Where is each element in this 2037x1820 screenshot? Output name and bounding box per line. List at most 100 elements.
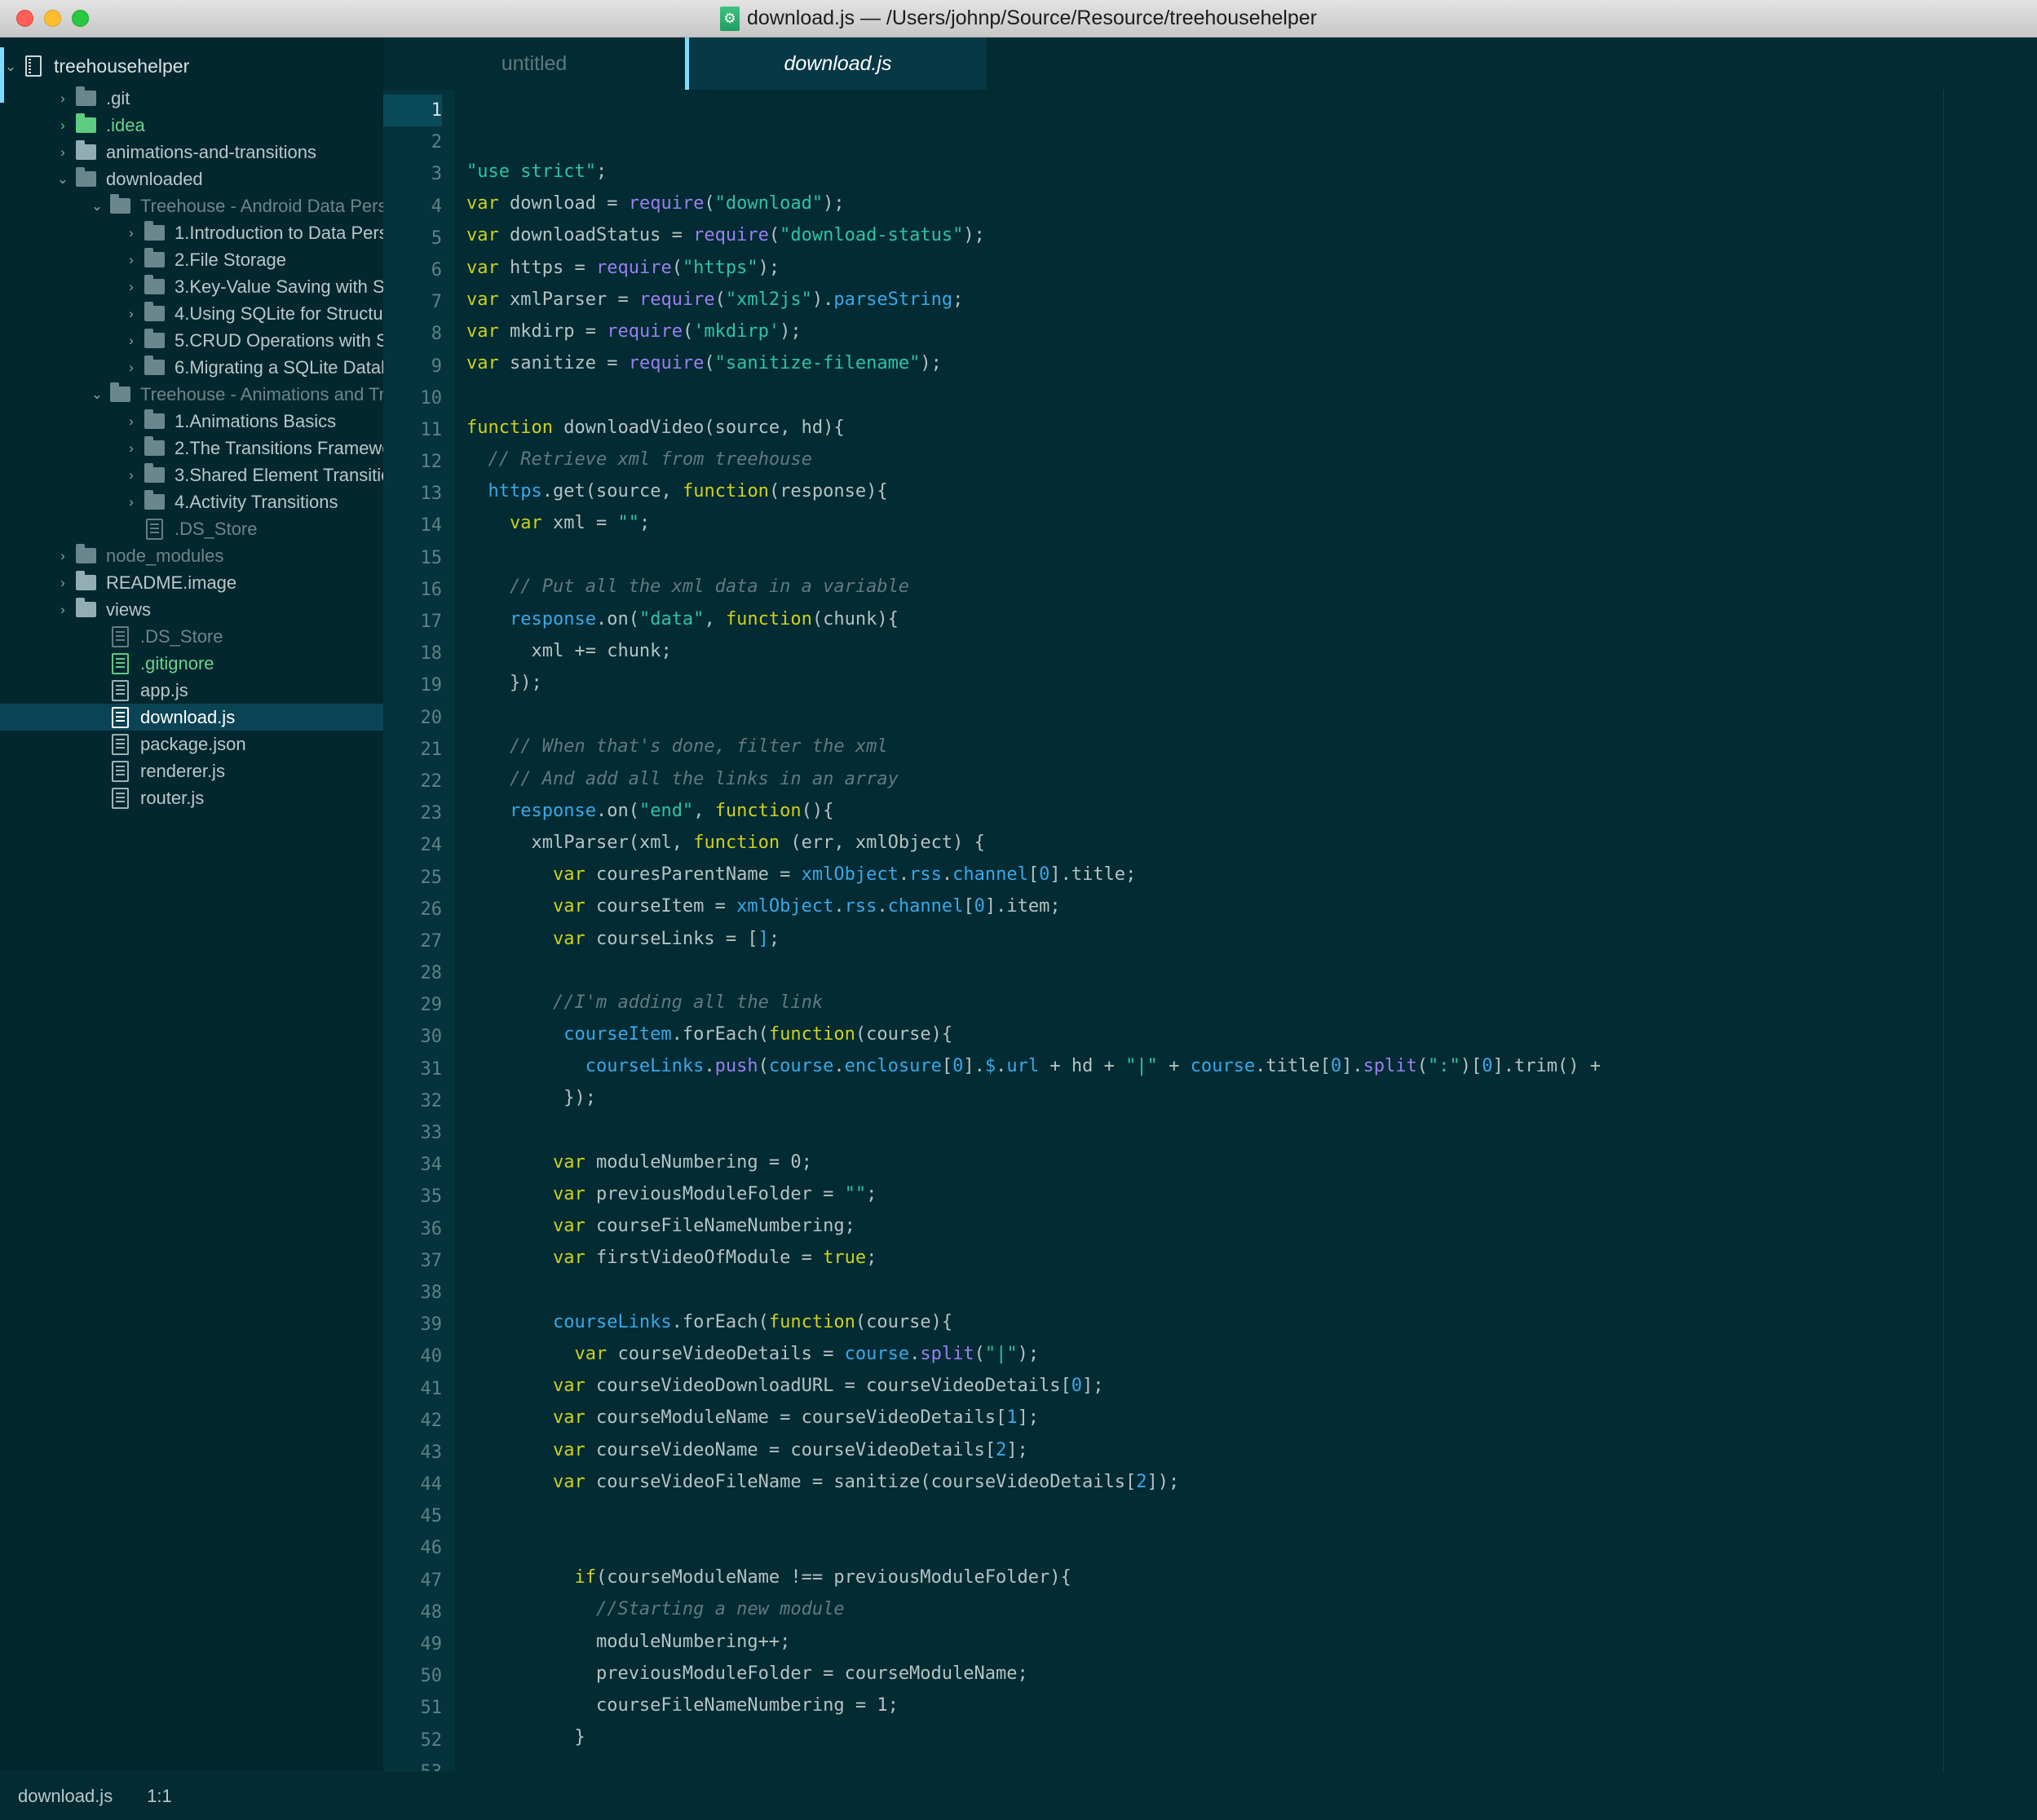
code-line[interactable]: }); bbox=[466, 1082, 2037, 1114]
tree-item[interactable]: ›views bbox=[0, 596, 383, 623]
chevron-right-icon[interactable]: › bbox=[121, 226, 142, 240]
code-line[interactable]: var courseFileNameNumbering; bbox=[466, 1210, 2037, 1242]
code-line[interactable] bbox=[466, 955, 2037, 987]
chevron-right-icon[interactable]: › bbox=[52, 145, 73, 159]
tree-item[interactable]: ›1.Introduction to Data Persistence bbox=[0, 219, 383, 246]
code-line[interactable]: var downloadStatus = require("download-s… bbox=[466, 219, 2037, 251]
tree-item[interactable]: ›node_modules bbox=[0, 542, 383, 569]
tree-item[interactable]: ›3.Shared Element Transitions bbox=[0, 462, 383, 488]
code-line[interactable]: https.get(source, function(response){ bbox=[466, 475, 2037, 507]
status-cursor-position[interactable]: 1:1 bbox=[147, 1786, 172, 1807]
code-line[interactable]: var moduleNumbering = 0; bbox=[466, 1146, 2037, 1178]
tree-item[interactable]: ›router.js bbox=[0, 784, 383, 811]
code-line[interactable]: //Starting a new module bbox=[466, 1593, 2037, 1625]
code-line[interactable]: } bbox=[466, 1721, 2037, 1753]
tree-item[interactable]: ⌄Treehouse - Android Data Persistence bbox=[0, 192, 383, 219]
tree-item[interactable]: ›4.Activity Transitions bbox=[0, 488, 383, 515]
minimize-window-button[interactable] bbox=[44, 10, 61, 27]
editor-tabbar[interactable]: untitleddownload.js bbox=[383, 38, 2037, 90]
code-line[interactable]: courseItem.forEach(function(course){ bbox=[466, 1018, 2037, 1050]
code-line[interactable] bbox=[466, 539, 2037, 571]
code-line[interactable]: // Retrieve xml from treehouse bbox=[466, 444, 2037, 475]
code-line[interactable] bbox=[466, 699, 2037, 731]
code-line[interactable]: var xmlParser = require("xml2js").parseS… bbox=[466, 284, 2037, 316]
chevron-right-icon[interactable]: › bbox=[121, 253, 142, 267]
code-line[interactable]: var courseVideoFileName = sanitize(cours… bbox=[466, 1466, 2037, 1498]
code-line[interactable] bbox=[466, 379, 2037, 411]
chevron-right-icon[interactable]: › bbox=[121, 334, 142, 347]
code-line[interactable]: courseLinks.push(course.enclosure[0].$.u… bbox=[466, 1050, 2037, 1082]
maximize-window-button[interactable] bbox=[72, 10, 89, 27]
chevron-right-icon[interactable]: › bbox=[52, 603, 73, 616]
editor-tab[interactable]: untitled bbox=[383, 38, 685, 90]
code-line[interactable]: previousModuleFolder = courseModuleName; bbox=[466, 1658, 2037, 1690]
chevron-down-icon[interactable]: ⌄ bbox=[86, 199, 108, 213]
chevron-right-icon[interactable]: › bbox=[121, 468, 142, 482]
code-line[interactable] bbox=[466, 1274, 2037, 1306]
code-line[interactable]: var courseModuleName = courseVideoDetail… bbox=[466, 1402, 2037, 1433]
chevron-right-icon[interactable]: › bbox=[121, 414, 142, 428]
status-filename[interactable]: download.js bbox=[18, 1786, 113, 1807]
chevron-right-icon[interactable]: › bbox=[52, 549, 73, 563]
code-line[interactable]: var https = require("https"); bbox=[466, 252, 2037, 284]
code-line[interactable]: response.on("end", function(){ bbox=[466, 795, 2037, 827]
code-line[interactable]: xmlParser(xml, function (err, xmlObject)… bbox=[466, 827, 2037, 859]
chevron-down-icon[interactable]: ⌄ bbox=[0, 60, 21, 73]
code-content[interactable]: "use strict";var download = require("dow… bbox=[455, 90, 2037, 1771]
code-line[interactable]: function downloadVideo(source, hd){ bbox=[466, 412, 2037, 444]
code-line[interactable]: var courseVideoDetails = course.split("|… bbox=[466, 1338, 2037, 1370]
chevron-right-icon[interactable]: › bbox=[52, 91, 73, 105]
code-line[interactable]: if(courseModuleName !== previousModuleFo… bbox=[466, 1562, 2037, 1593]
code-line[interactable]: "use strict"; bbox=[466, 156, 2037, 188]
editor-tab[interactable]: download.js bbox=[685, 38, 987, 90]
chevron-down-icon[interactable]: ⌄ bbox=[86, 387, 108, 401]
tree-item[interactable]: ›2.File Storage bbox=[0, 246, 383, 273]
code-line[interactable]: xml += chunk; bbox=[466, 635, 2037, 667]
tree-item[interactable]: ›3.Key-Value Saving with SharedPreferenc… bbox=[0, 273, 383, 300]
code-line[interactable]: var sanitize = require("sanitize-filenam… bbox=[466, 347, 2037, 379]
tree-item[interactable]: ›.git bbox=[0, 85, 383, 112]
code-line[interactable]: var xml = ""; bbox=[466, 507, 2037, 539]
tree-item[interactable]: ›README.image bbox=[0, 569, 383, 596]
tree-item[interactable]: ›animations-and-transitions bbox=[0, 139, 383, 166]
tree-root-treehousehelper[interactable]: ⌄ treehousehelper bbox=[0, 47, 383, 85]
tree-item[interactable]: ›package.json bbox=[0, 731, 383, 758]
code-line[interactable]: // Put all the xml data in a variable bbox=[466, 571, 2037, 603]
code-line[interactable]: var download = require("download"); bbox=[466, 188, 2037, 219]
code-line[interactable]: var couresParentName = xmlObject.rss.cha… bbox=[466, 859, 2037, 890]
code-line[interactable] bbox=[466, 1498, 2037, 1530]
chevron-down-icon[interactable]: ⌄ bbox=[52, 172, 73, 186]
chevron-right-icon[interactable]: › bbox=[121, 360, 142, 374]
code-line[interactable] bbox=[466, 1115, 2037, 1146]
tree-item[interactable]: ›.DS_Store bbox=[0, 515, 383, 542]
tree-item[interactable]: ›.DS_Store bbox=[0, 623, 383, 650]
code-viewport[interactable]: 1234567891011121314151617181920212223242… bbox=[383, 90, 2037, 1771]
chevron-right-icon[interactable]: › bbox=[52, 576, 73, 590]
code-line[interactable]: moduleNumbering++; bbox=[466, 1626, 2037, 1658]
tree-item[interactable]: ›download.js bbox=[0, 704, 383, 731]
chevron-right-icon[interactable]: › bbox=[121, 307, 142, 320]
code-line[interactable]: // And add all the links in an array bbox=[466, 763, 2037, 795]
code-line[interactable]: }); bbox=[466, 667, 2037, 699]
tree-item[interactable]: ›app.js bbox=[0, 677, 383, 704]
tree-item[interactable]: ›5.CRUD Operations with SQLite bbox=[0, 327, 383, 354]
chevron-right-icon[interactable]: › bbox=[121, 441, 142, 455]
code-line[interactable]: courseLinks.forEach(function(course){ bbox=[466, 1306, 2037, 1338]
code-line[interactable]: var courseVideoName = courseVideoDetails… bbox=[466, 1434, 2037, 1466]
tree-item[interactable]: ›renderer.js bbox=[0, 758, 383, 784]
tree-item[interactable]: ⌄downloaded bbox=[0, 166, 383, 192]
tree-item[interactable]: ›1.Animations Basics bbox=[0, 408, 383, 435]
code-line[interactable]: //I'm adding all the link bbox=[466, 987, 2037, 1018]
code-line[interactable]: var previousModuleFolder = ""; bbox=[466, 1178, 2037, 1210]
code-line[interactable]: var mkdirp = require('mkdirp'); bbox=[466, 316, 2037, 347]
chevron-right-icon[interactable]: › bbox=[121, 495, 142, 509]
file-tree-sidebar[interactable]: ⌄ treehousehelper ›.git›.idea›animations… bbox=[0, 38, 383, 1771]
chevron-right-icon[interactable]: › bbox=[52, 118, 73, 132]
code-line[interactable]: response.on("data", function(chunk){ bbox=[466, 603, 2037, 635]
code-line[interactable]: var courseItem = xmlObject.rss.channel[0… bbox=[466, 890, 2037, 922]
tree-item[interactable]: ›6.Migrating a SQLite Database bbox=[0, 354, 383, 381]
tree-item[interactable]: ›.idea bbox=[0, 112, 383, 139]
tree-item[interactable]: ⌄Treehouse - Animations and Transitions bbox=[0, 381, 383, 408]
code-line[interactable]: var courseLinks = []; bbox=[466, 923, 2037, 955]
code-line[interactable]: var firstVideoOfModule = true; bbox=[466, 1242, 2037, 1274]
